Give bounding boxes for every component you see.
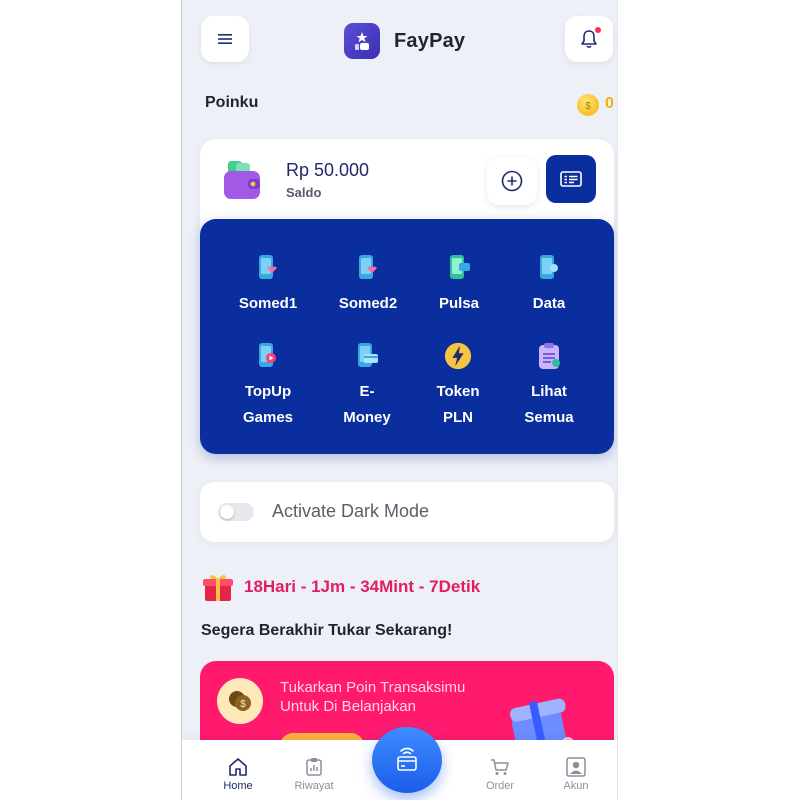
service-lihat-semua[interactable]: Lihat Semua: [501, 341, 597, 431]
service-pulsa[interactable]: Pulsa: [411, 253, 507, 317]
coins-icon: $: [217, 678, 263, 724]
brand-logo-icon: [344, 23, 380, 59]
emoney-card-icon: [353, 341, 381, 371]
phone-transfer-icon: [445, 253, 473, 283]
service-label: Token: [436, 383, 480, 400]
plus-circle-icon: [501, 170, 523, 192]
scan-pay-button[interactable]: [372, 727, 442, 793]
wallet-wifi-icon: [397, 747, 417, 771]
points-row: Poinku $ 0: [205, 94, 617, 116]
service-label: Somed1: [238, 295, 298, 312]
hamburger-icon: [218, 34, 232, 44]
svg-text:$: $: [240, 699, 246, 710]
account-icon: [565, 756, 587, 778]
history-icon: [303, 756, 325, 778]
phone-screen: FayPay Poinku $ 0 Rp 50.000 Saldo Somed1…: [181, 0, 618, 800]
phone-play-icon: [254, 341, 282, 371]
service-topup-games[interactable]: TopUp Games: [220, 341, 316, 431]
svg-text:$: $: [585, 101, 591, 111]
balance-label: Saldo: [286, 185, 322, 200]
promo-heading: Segera Berakhir Tukar Sekarang!: [201, 622, 453, 639]
phone-data-icon: [535, 253, 563, 283]
nav-label: Akun: [563, 780, 589, 792]
dark-mode-toggle[interactable]: [218, 503, 254, 521]
countdown: 18Hari - 1Jm - 34Mint - 7Detik: [202, 571, 480, 603]
points-title: Poinku: [205, 94, 259, 111]
id-card-icon: [560, 171, 582, 187]
nav-order[interactable]: Order: [465, 756, 535, 792]
service-label: Lihat: [531, 383, 567, 400]
service-somed1[interactable]: Somed1: [220, 253, 316, 317]
service-label: Pulsa: [438, 295, 480, 312]
nav-label: Order: [485, 780, 515, 792]
phone-heart-icon: [254, 253, 282, 283]
service-label: Money: [343, 409, 391, 426]
service-data[interactable]: Data: [501, 253, 597, 317]
dark-mode-label: Activate Dark Mode: [272, 501, 430, 521]
service-e-money[interactable]: E- Money: [319, 341, 415, 431]
nav-home[interactable]: Home: [203, 756, 273, 792]
service-label: E-: [359, 383, 375, 400]
top-bar: FayPay: [182, 0, 617, 80]
service-label: Semua: [524, 409, 574, 426]
stage: FayPay Poinku $ 0 Rp 50.000 Saldo Somed1…: [0, 0, 800, 800]
nav-label: Riwayat: [294, 780, 334, 792]
services-grid: Somed1 Somed2 Pulsa Data TopUp Games E- …: [200, 219, 614, 454]
menu-button[interactable]: [201, 16, 249, 62]
promo-text: Tukarkan Poin Transaksimu Untuk Di Belan…: [280, 679, 466, 715]
service-label: Somed2: [338, 295, 398, 312]
wallet-icon: [224, 161, 260, 199]
brand: FayPay: [344, 22, 465, 60]
top-up-button[interactable]: [487, 157, 537, 205]
service-label: TopUp: [244, 383, 292, 400]
dark-mode-card: Activate Dark Mode: [200, 482, 614, 542]
points-value: 0: [605, 95, 614, 112]
service-token-pln[interactable]: Token PLN: [410, 341, 506, 431]
service-label: Data: [532, 295, 566, 312]
gift-icon: [203, 575, 233, 601]
app-name: FayPay: [394, 29, 466, 52]
coin-icon: $: [577, 94, 599, 116]
service-somed2[interactable]: Somed2: [320, 253, 416, 317]
service-label: Games: [242, 409, 294, 426]
home-icon: [227, 756, 249, 778]
countdown-text: 18Hari - 1Jm - 34Mint - 7Detik: [244, 577, 481, 596]
lightning-icon: [444, 341, 472, 371]
cart-icon: [489, 756, 511, 778]
balance-amount: Rp 50.000: [286, 160, 370, 180]
notifications-button[interactable]: [565, 16, 613, 62]
notification-dot: [595, 27, 601, 33]
service-label: PLN: [443, 409, 473, 426]
balance-card: Rp 50.000 Saldo: [200, 139, 614, 229]
nav-label: Home: [223, 780, 253, 792]
phone-heart-icon: [354, 253, 382, 283]
toggle-knob: [220, 505, 234, 519]
card-button[interactable]: [546, 155, 596, 203]
nav-riwayat[interactable]: Riwayat: [279, 756, 349, 792]
nav-akun[interactable]: Akun: [541, 756, 611, 792]
clipboard-icon: [535, 341, 563, 371]
